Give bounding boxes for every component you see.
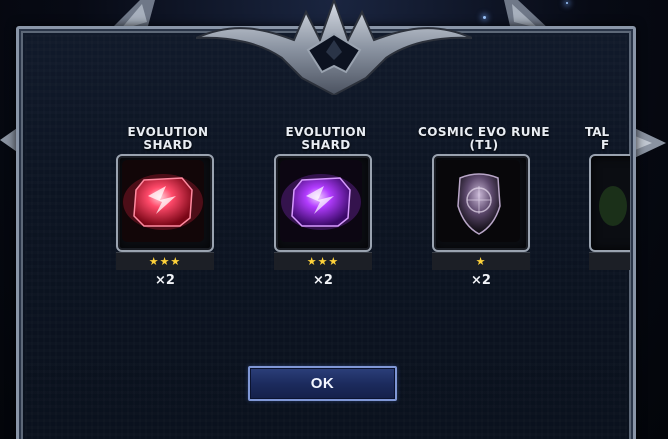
cosmic-evo-rune-icon <box>438 160 520 242</box>
reward-icon-frame <box>116 154 214 252</box>
crown-ornament <box>196 0 472 95</box>
ok-button[interactable]: OK <box>248 366 397 401</box>
reward-title: EVOLUTION SHARD <box>127 125 209 152</box>
reward-title: TAL F <box>585 125 610 152</box>
red-evolution-shard-icon <box>122 160 204 242</box>
reward-quantity: ×2 <box>313 273 333 288</box>
sparkle <box>483 16 486 19</box>
star-rating: ★★★ <box>274 252 372 270</box>
reward-card-partial[interactable]: TAL F <box>585 118 630 288</box>
star-rating: ★★★ <box>116 252 214 270</box>
star-rating <box>589 252 630 270</box>
reward-icon-frame <box>432 154 530 252</box>
star-rating: ★ <box>432 252 530 270</box>
reward-icon-frame <box>589 154 630 252</box>
reward-quantity: ×2 <box>155 273 175 288</box>
reward-quantity: ×2 <box>471 273 491 288</box>
reward-title: EVOLUTION SHARD <box>285 125 367 152</box>
reward-title: COSMIC EVO RUNE (T1) <box>418 125 550 152</box>
sparkle <box>566 2 568 4</box>
reward-icon-frame <box>274 154 372 252</box>
partial-reward-icon <box>599 186 627 226</box>
game-screen: EVOLUTION SHARD ★★★ ×2 EVOLUTION SHARD ★… <box>0 0 668 439</box>
purple-evolution-shard-icon <box>280 160 362 242</box>
